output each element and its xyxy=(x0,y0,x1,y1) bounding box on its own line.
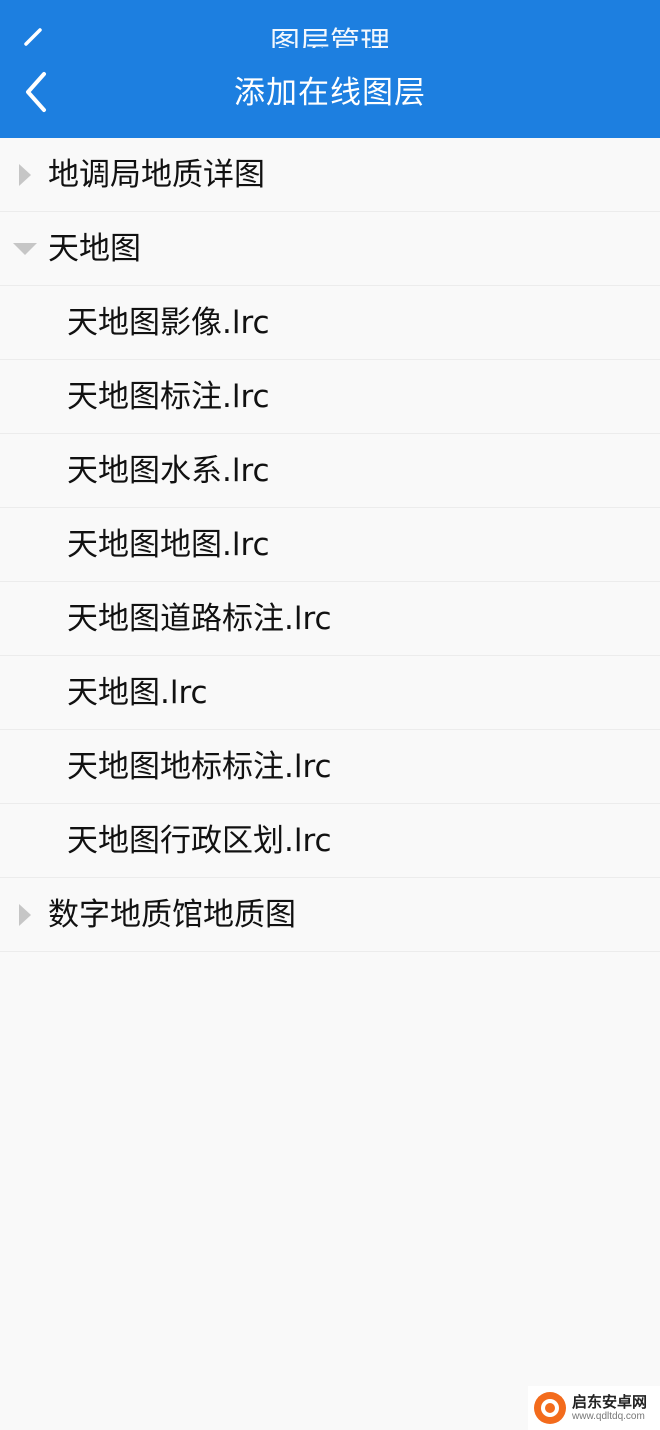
tree-group-label: 数字地质馆地质图 xyxy=(48,896,296,933)
tree-group-label: 地调局地质详图 xyxy=(48,156,265,193)
caret-right-icon xyxy=(19,163,31,186)
tree-item-label: 天地图地图.lrc xyxy=(67,526,270,563)
tree-item-label: 天地图地标标注.lrc xyxy=(67,748,332,785)
tree-group-dijiaoju[interactable]: 地调局地质详图 xyxy=(0,138,660,212)
tree-item[interactable]: 天地图地图.lrc xyxy=(0,508,660,582)
tree-item[interactable]: 天地图水系.lrc xyxy=(0,434,660,508)
tree-item[interactable]: 天地图行政区划.lrc xyxy=(0,804,660,878)
app-header: 图层管理 添加在线图层 xyxy=(0,0,660,138)
tree-item[interactable]: 天地图影像.lrc xyxy=(0,286,660,360)
tree-item[interactable]: 天地图道路标注.lrc xyxy=(0,582,660,656)
previous-page-title: 图层管理 xyxy=(270,26,390,48)
watermark: 启东安卓网 www.qdltdq.com xyxy=(528,1386,660,1430)
watermark-name: 启东安卓网 xyxy=(572,1393,648,1411)
page-title: 添加在线图层 xyxy=(234,75,426,111)
tree-item[interactable]: 天地图.lrc xyxy=(0,656,660,730)
tree-item-label: 天地图.lrc xyxy=(67,674,208,711)
tree-group-label: 天地图 xyxy=(48,230,141,267)
caret-right-icon xyxy=(19,903,31,926)
tree-item-label: 天地图行政区划.lrc xyxy=(67,822,332,859)
tree-item-label: 天地图影像.lrc xyxy=(67,304,270,341)
tree-group-shuzidizhiguan[interactable]: 数字地质馆地质图 xyxy=(0,878,660,952)
tree-item-label: 天地图道路标注.lrc xyxy=(67,600,332,637)
caret-down-icon xyxy=(13,242,37,255)
watermark-url: www.qdltdq.com xyxy=(572,1411,645,1422)
tree-item-label: 天地图标注.lrc xyxy=(67,378,270,415)
layer-tree: 地调局地质详图 天地图 天地图影像.lrc 天地图标注.lrc 天地图水系.lr… xyxy=(0,138,660,952)
tree-item[interactable]: 天地图标注.lrc xyxy=(0,360,660,434)
tree-group-tianditu[interactable]: 天地图 xyxy=(0,212,660,286)
watermark-logo-icon xyxy=(534,1392,566,1424)
tree-item[interactable]: 天地图地标标注.lrc xyxy=(0,730,660,804)
tree-item-label: 天地图水系.lrc xyxy=(67,452,270,489)
watermark-text: 启东安卓网 www.qdltdq.com xyxy=(572,1393,647,1423)
